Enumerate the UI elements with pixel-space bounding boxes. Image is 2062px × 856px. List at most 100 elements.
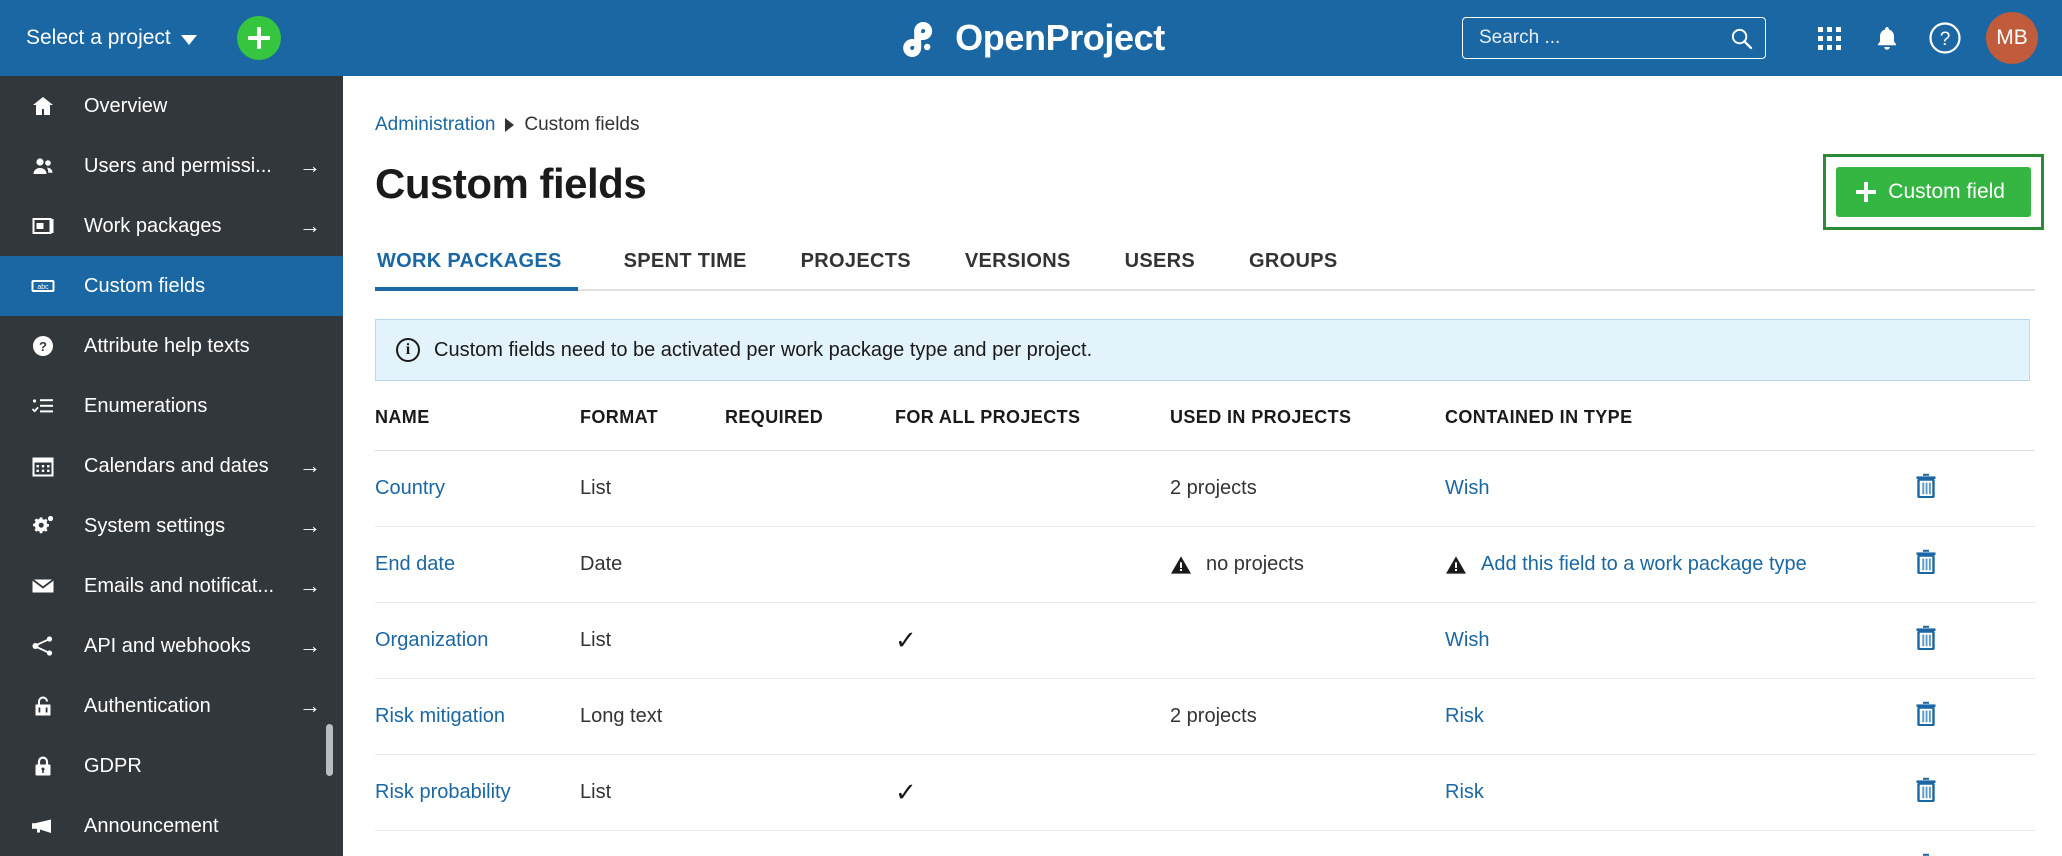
contained-in-type-link[interactable]: Wish: [1445, 629, 1489, 652]
modules-button[interactable]: [1800, 9, 1858, 67]
cell-format: List: [580, 602, 725, 679]
sidebar-item-calendars-and-dates[interactable]: Calendars and dates →: [0, 436, 343, 496]
global-search[interactable]: [1462, 17, 1766, 59]
top-header: Select a project OpenProject Search ... …: [0, 0, 2062, 76]
cell-delete: [1915, 602, 2035, 679]
contained-in-type-link[interactable]: Add this field to a work package type: [1481, 553, 1807, 576]
tab-projects[interactable]: PROJECTS: [785, 244, 927, 289]
create-custom-field-focus-frame: Custom field: [1823, 154, 2044, 230]
notifications-button[interactable]: [1858, 9, 1916, 67]
sidebar-item-overview[interactable]: Overview: [0, 76, 343, 136]
breadcrumb-separator-icon: [505, 118, 515, 132]
cell-used-in-projects: 2 projects: [1170, 450, 1445, 527]
table-row: Organization List ✓ Wish: [375, 602, 2035, 679]
grid-modules-icon: [1817, 26, 1841, 50]
contained-in-type-link[interactable]: Risk: [1445, 705, 1484, 728]
sidebar-item-users-and-permissi[interactable]: Users and permissi... →: [0, 136, 343, 196]
chevron-down-icon: [180, 34, 197, 45]
cell-name: Risk probability: [375, 754, 580, 831]
info-banner-text: Custom fields need to be activated per w…: [434, 338, 1093, 361]
custom-field-link[interactable]: Risk probability: [375, 781, 511, 803]
cell-format: Date: [580, 526, 725, 603]
trash-icon[interactable]: [1915, 701, 1937, 727]
lock-icon: [28, 753, 58, 779]
warning-triangle-icon: [1171, 555, 1191, 574]
table-row: Start dateDate no projectsAdd this field …: [375, 830, 2035, 856]
custom-field-link[interactable]: Risk mitigation: [375, 705, 505, 727]
cell-delete: [1915, 526, 2035, 603]
cell-required: [725, 754, 895, 831]
sidebar-item-emails-and-notificat[interactable]: Emails and notificat... →: [0, 556, 343, 616]
trash-icon[interactable]: [1915, 625, 1937, 651]
help-circle-icon: ?: [1929, 22, 1961, 54]
abc-field-icon: abc: [28, 273, 58, 299]
cell-used-in-projects: 2 projects: [1170, 678, 1445, 755]
cell-for-all-projects: [895, 450, 1170, 527]
breadcrumb-administration[interactable]: Administration: [375, 114, 495, 136]
svg-text:?: ?: [39, 339, 47, 354]
trash-icon[interactable]: [1915, 549, 1937, 575]
search-icon[interactable]: [1730, 27, 1753, 50]
envelope-icon: [28, 573, 58, 599]
used-in-projects-text: no projects: [1206, 553, 1304, 575]
project-select-button[interactable]: Select a project: [26, 26, 197, 50]
table-row: Risk probability List ✓ Risk: [375, 754, 2035, 831]
sidebar-item-gdpr[interactable]: GDPR: [0, 736, 343, 796]
search-input[interactable]: [1479, 27, 1730, 49]
sidebar-item-label: Attribute help texts: [84, 334, 250, 357]
sidebar-item-enumerations[interactable]: Enumerations: [0, 376, 343, 436]
delete-custom-field-button[interactable]: [1915, 777, 1937, 807]
cell-contained-in-type: Wish: [1445, 602, 1915, 679]
home-icon: [28, 93, 58, 119]
cell-contained-in-type: Add this field to a work package type: [1445, 526, 1915, 603]
breadcrumb-current: Custom fields: [524, 114, 640, 135]
sidebar-item-label: Emails and notificat...: [84, 574, 275, 597]
contained-in-type-link[interactable]: Wish: [1445, 477, 1489, 500]
brand-logo-area[interactable]: OpenProject: [897, 19, 1165, 57]
sidebar-item-custom-fields[interactable]: abc Custom fields: [0, 256, 343, 316]
sidebar-item-work-packages[interactable]: Work packages →: [0, 196, 343, 256]
sidebar-scrollbar[interactable]: [326, 724, 333, 776]
cell-used-in-projects: [1170, 754, 1445, 831]
cell-required: [725, 450, 895, 527]
sidebar-item-label: API and webhooks: [84, 634, 251, 657]
svg-text:abc: abc: [37, 284, 49, 291]
tab-versions[interactable]: VERSIONS: [949, 244, 1087, 289]
sidebar-item-api-and-webhooks[interactable]: API and webhooks →: [0, 616, 343, 676]
delete-custom-field-button[interactable]: [1915, 549, 1937, 579]
cell-delete: [1915, 754, 2035, 831]
tab-spent-time[interactable]: SPENT TIME: [608, 244, 763, 289]
sidebar-item-announcement[interactable]: Announcement: [0, 796, 343, 856]
create-custom-field-button[interactable]: Custom field: [1836, 167, 2031, 217]
used-in-projects-text: 2 projects: [1170, 477, 1257, 499]
tab-users[interactable]: USERS: [1109, 244, 1211, 289]
sidebar-item-attribute-help-texts[interactable]: ? Attribute help texts: [0, 316, 343, 376]
custom-field-link[interactable]: End date: [375, 553, 455, 575]
cell-for-all-projects: [895, 526, 1170, 603]
tab-work-packages[interactable]: WORK PACKAGES: [375, 244, 578, 291]
custom-field-link[interactable]: Country: [375, 477, 445, 499]
add-new-button[interactable]: [236, 16, 281, 60]
main-content: Administration Custom fields Custom fiel…: [343, 76, 2062, 856]
cell-delete: [1915, 450, 2035, 527]
tab-groups[interactable]: GROUPS: [1233, 244, 1353, 289]
arrow-right-icon: →: [299, 573, 321, 598]
users-icon: [28, 153, 58, 179]
trash-icon[interactable]: [1915, 777, 1937, 803]
cell-for-all-projects: ✓: [895, 754, 1170, 831]
sidebar-item-authentication[interactable]: Authentication →: [0, 676, 343, 736]
user-avatar[interactable]: MB: [1986, 12, 2038, 64]
contained-in-type-link[interactable]: Risk: [1445, 781, 1484, 804]
delete-custom-field-button[interactable]: [1915, 625, 1937, 655]
trash-icon[interactable]: [1915, 473, 1937, 499]
delete-custom-field-button[interactable]: [1915, 473, 1937, 503]
help-button[interactable]: ?: [1916, 9, 1974, 67]
sidebar-item-system-settings[interactable]: System settings →: [0, 496, 343, 556]
custom-field-link[interactable]: Organization: [375, 629, 488, 651]
cell-contained-in-type: Wish: [1445, 450, 1915, 527]
check-icon: ✓: [895, 776, 917, 807]
cell-delete: [1915, 678, 2035, 755]
delete-custom-field-button[interactable]: [1915, 701, 1937, 731]
breadcrumb: Administration Custom fields: [375, 114, 2062, 136]
used-in-projects-text: 2 projects: [1170, 705, 1257, 727]
